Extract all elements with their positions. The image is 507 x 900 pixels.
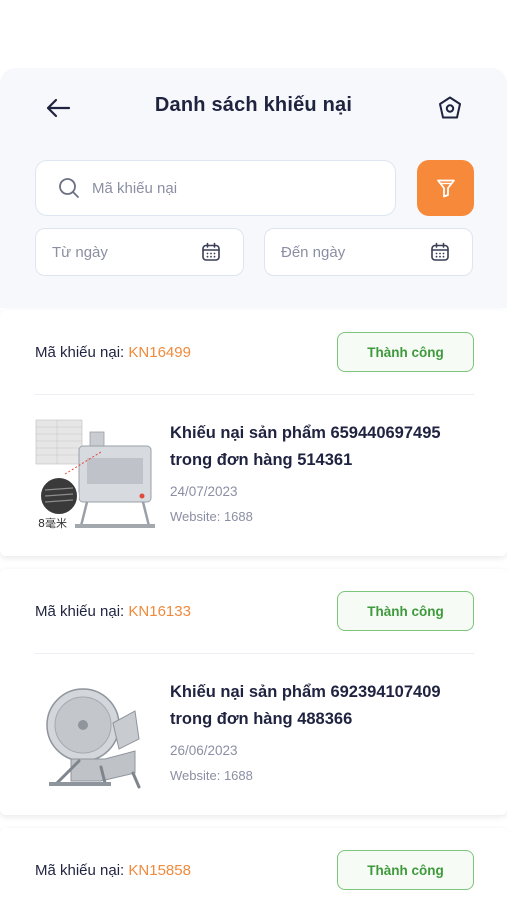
complaint-code-line: Mã khiếu nại: KN16499 [35, 344, 191, 361]
complaint-code: KN15858 [128, 861, 191, 879]
search-input[interactable] [92, 179, 372, 197]
complaint-card-header: Mã khiếu nại: KN15858 Thành công [35, 828, 474, 900]
complaint-card-header: Mã khiếu nại: KN16133 Thành công [35, 569, 474, 653]
home-button[interactable] [432, 90, 468, 126]
search-field[interactable] [35, 160, 396, 216]
complaint-card[interactable]: Mã khiếu nại: KN15858 Thành công [0, 828, 507, 900]
from-date-label: Từ ngày [52, 243, 108, 261]
complaint-date: 24/07/2023 [170, 484, 238, 499]
complaint-title-line2: trong đơn hàng 514361 [170, 451, 353, 469]
complaint-code-label: Mã khiếu nại: [35, 602, 125, 620]
complaint-code-line: Mã khiếu nại: KN15858 [35, 862, 191, 879]
complaint-code: KN16499 [128, 343, 191, 361]
complaint-title-line1: Khiếu nại sản phẩm 659440697495 [170, 424, 441, 442]
divider [35, 653, 474, 654]
complaint-code: KN16133 [128, 602, 191, 620]
calendar-icon [431, 242, 449, 261]
to-date-field[interactable]: Đến ngày [264, 228, 473, 276]
product-image-caption: 8毫米 [38, 517, 67, 530]
filter-button[interactable] [417, 160, 474, 216]
back-button[interactable] [40, 90, 76, 126]
complaint-date: 26/06/2023 [170, 743, 238, 758]
complaint-info: Khiếu nại sản phẩm 659440697495 trong đơ… [170, 420, 480, 524]
product-image [35, 677, 155, 792]
status-badge: Thành công [337, 591, 474, 631]
filter-icon [436, 179, 455, 198]
complaint-code-line: Mã khiếu nại: KN16133 [35, 603, 191, 620]
complaint-code-label: Mã khiếu nại: [35, 861, 125, 879]
complaint-title: Khiếu nại sản phẩm 692394107409 trong đơ… [170, 679, 480, 733]
complaint-info: Khiếu nại sản phẩm 692394107409 trong đơ… [170, 679, 480, 783]
status-badge: Thành công [337, 850, 474, 890]
complaint-card-header: Mã khiếu nại: KN16499 Thành công [35, 310, 474, 394]
search-icon [59, 178, 79, 198]
complaint-title: Khiếu nại sản phẩm 659440697495 trong đơ… [170, 420, 480, 474]
complaint-code-label: Mã khiếu nại: [35, 343, 125, 361]
calendar-icon [202, 242, 220, 261]
status-badge: Thành công [337, 332, 474, 372]
complaint-website: Website: 1688 [170, 509, 253, 524]
page-title: Danh sách khiếu nại [154, 94, 353, 116]
status-area [0, 0, 507, 68]
complaint-card[interactable]: Mã khiếu nại: KN16133 Thành công Khiếu n… [0, 569, 507, 815]
arrow-left-icon [46, 98, 71, 118]
complaint-title-line1: Khiếu nại sản phẩm 692394107409 [170, 683, 441, 701]
complaint-card[interactable]: Mã khiếu nại: KN16499 Thành công 8毫米 Khi… [0, 310, 507, 556]
from-date-field[interactable]: Từ ngày [35, 228, 244, 276]
complaint-website: Website: 1688 [170, 768, 253, 783]
home-icon [439, 96, 461, 119]
divider [35, 394, 474, 395]
product-image: 8毫米 [35, 418, 155, 533]
to-date-label: Đến ngày [281, 243, 346, 261]
complaint-title-line2: trong đơn hàng 488366 [170, 710, 353, 728]
